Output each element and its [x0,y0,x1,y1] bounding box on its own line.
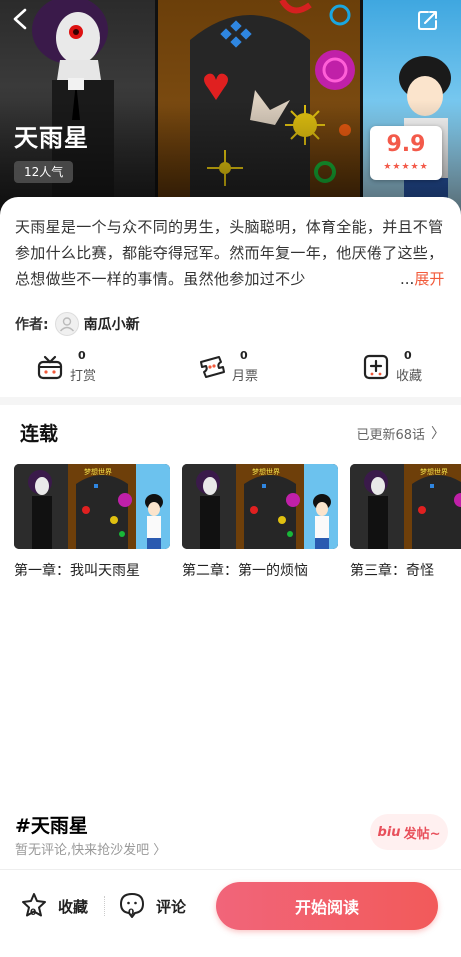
favorite-count: 0 [404,349,412,362]
chapter-title: 第二章：第一的烦恼 [182,563,308,579]
description-expand[interactable]: ...展开 [398,266,445,292]
description-ellipsis: ... [400,270,415,288]
reward-count: 0 [78,349,86,362]
ticket-label: 月票 [232,369,259,384]
comment-label: 评论 [156,897,187,916]
chapter-item[interactable]: 梦想世界 第三章：奇怪 [350,464,461,580]
reward-label: 打赏 [70,369,97,384]
cover-banner: 天雨星 12人气 9.9 ★★★★★ [0,0,461,215]
section-divider [0,397,461,405]
svg-text:梦想世界: 梦想世界 [84,467,112,476]
chapter-thumbnail: 梦想世界 [350,464,461,549]
favorite-stat-button[interactable]: 0 收藏 [362,347,442,387]
chapter-item[interactable]: 梦想世界 第二章：第一的烦恼 [182,464,338,580]
comic-description: 天雨星是一个与众不同的男生，头脑聪明，体育全能，并且不管参加什么比赛，都能夺得冠… [15,218,444,288]
score-value: 9.9 [386,132,426,157]
back-button[interactable] [12,8,42,38]
chapter-thumbnail: 梦想世界 [14,464,170,549]
chapter-list-link[interactable]: 已更新68话 〉 [356,423,445,443]
author-name[interactable]: 南瓜小新 [84,314,140,334]
favorite-count-badge: 0 [30,908,37,918]
reward-button[interactable]: 0 打赏 [36,347,126,387]
svg-text:梦想世界: 梦想世界 [420,467,448,476]
rating-stars-icon: ★★★★★ [383,162,429,172]
chapter-cover-image: 梦想世界 [350,464,461,549]
author-row[interactable]: 作者: 南瓜小新 [15,311,140,337]
comment-count-badge: 0 [128,908,135,918]
update-label: 已更新68话 [356,427,425,443]
chapter-thumbnail: 梦想世界 [182,464,338,549]
chapter-cover-image: 梦想世界 [14,464,170,549]
divider [104,896,105,916]
avatar[interactable] [54,312,79,336]
chapter-item[interactable]: 梦想世界 第一章：我叫天雨星 [14,464,170,580]
empty-comment-hint[interactable]: 暂无评论,快来抢沙发吧 〉 [15,839,166,858]
post-label: 发帖~ [403,826,441,842]
detail-sheet: 天雨星是一个与众不同的男生，头脑聪明，体育全能，并且不管参加什么比赛，都能夺得冠… [0,197,461,957]
chapter-list: 梦想世界 第一章：我叫天雨星 梦想世界 第二章：第一的烦恼 梦想世界 第三章：奇… [14,464,461,584]
favorite-label: 收藏 [396,369,423,384]
comment-button[interactable]: 0 评论 [118,890,186,922]
expand-link[interactable]: 展开 [414,270,444,288]
bottom-action-bar: 0 收藏 0 评论 开始阅读 [0,869,461,953]
svg-text:梦想世界: 梦想世界 [252,467,280,476]
share-button[interactable] [416,8,446,38]
gift-reward-icon [37,355,63,380]
bookmark-plus-icon [363,354,389,380]
serial-header: 连载 已更新68话 〉 [0,419,461,447]
share-icon [418,11,437,30]
comment-section: #天雨星 暂无评论,快来抢沙发吧 〉 biu 发帖~ [0,807,461,859]
serial-title: 连载 [20,423,59,445]
post-button[interactable]: biu 发帖~ [370,814,448,850]
start-reading-button[interactable]: 开始阅读 [216,882,438,930]
score-card: 9.9 ★★★★★ [370,126,442,180]
favorite-label: 收藏 [58,897,89,916]
stats-row: 0 打赏 0 月票 0 收藏 [0,347,461,387]
chevron-right-icon: 〉 [431,426,445,442]
biu-logo-icon: biu [377,824,401,840]
ticket-button[interactable]: 0 月票 [198,347,288,387]
user-icon [59,317,74,332]
favorite-button[interactable]: 0 收藏 [20,890,88,922]
popularity-badge: 12人气 [14,161,74,183]
comic-title: 天雨星 [14,124,89,152]
ticket-icon [200,356,225,378]
ticket-count: 0 [240,349,248,362]
chapter-cover-image: 梦想世界 [182,464,338,549]
chapter-title: 第一章：我叫天雨星 [14,563,140,579]
topic-tag[interactable]: #天雨星 [15,811,88,838]
author-label: 作者: [15,317,49,333]
back-arrow-icon [13,8,27,30]
chapter-title: 第三章：奇怪 [350,563,434,579]
